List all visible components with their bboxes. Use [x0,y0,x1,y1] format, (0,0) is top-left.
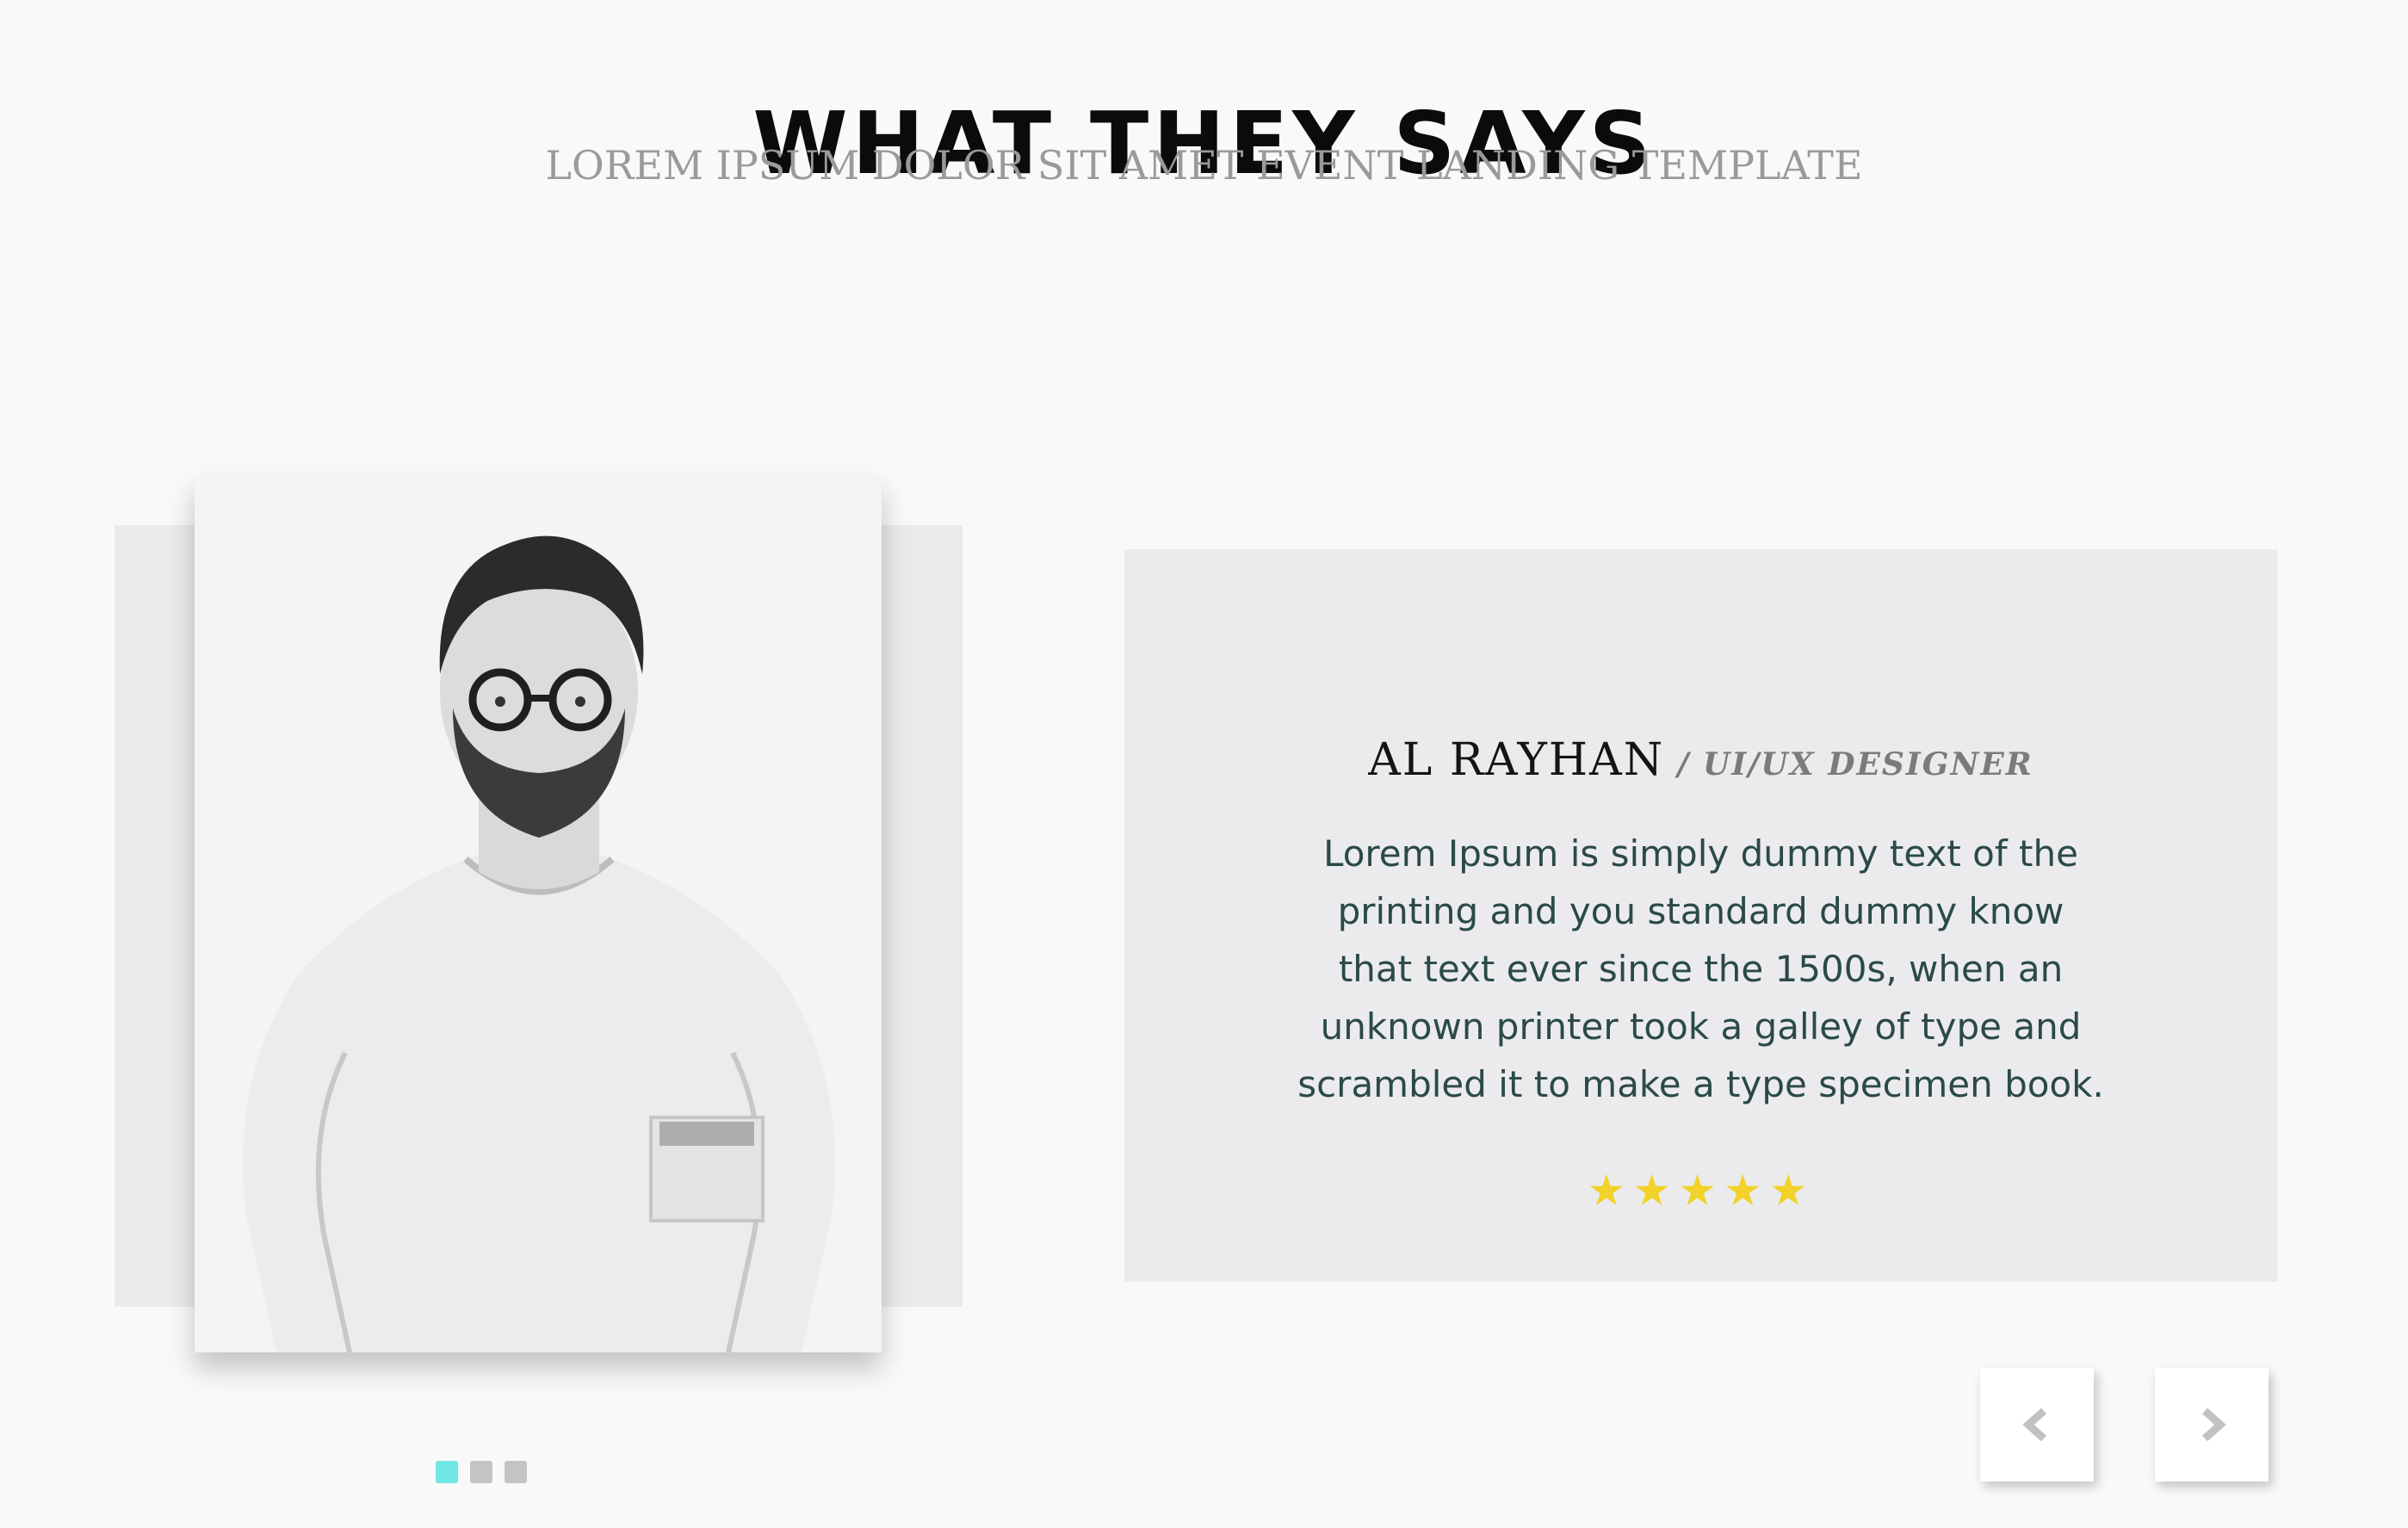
chevron-left-icon [2022,1407,2046,1442]
slider-dot-3[interactable] [505,1461,527,1483]
portrait-image [195,476,882,1352]
next-button[interactable] [2155,1368,2269,1482]
rating-stars: ★★★★★ [1587,1166,1815,1216]
author-role: / UI/UX DESIGNER [1677,746,2033,783]
slider-pagination [436,1461,527,1483]
author-name: AL RAYHAN [1368,734,1665,786]
testimonial-text: Lorem Ipsum is simply dummy text of the … [1297,832,2104,1105]
author-line: AL RAYHAN / UI/UX DESIGNER [1124,726,2277,805]
testimonial-photo [195,476,882,1352]
prev-button[interactable] [1980,1368,2094,1482]
slider-dot-1[interactable] [436,1461,458,1483]
chevron-right-icon [2202,1407,2226,1442]
testimonial-card: AL RAYHAN / UI/UX DESIGNER Lorem Ipsum i… [1124,549,2277,1282]
slider-dot-2[interactable] [470,1461,492,1483]
section-subtitle: LOREM IPSUM DOLOR SIT AMET EVENT LANDING… [545,142,1863,189]
